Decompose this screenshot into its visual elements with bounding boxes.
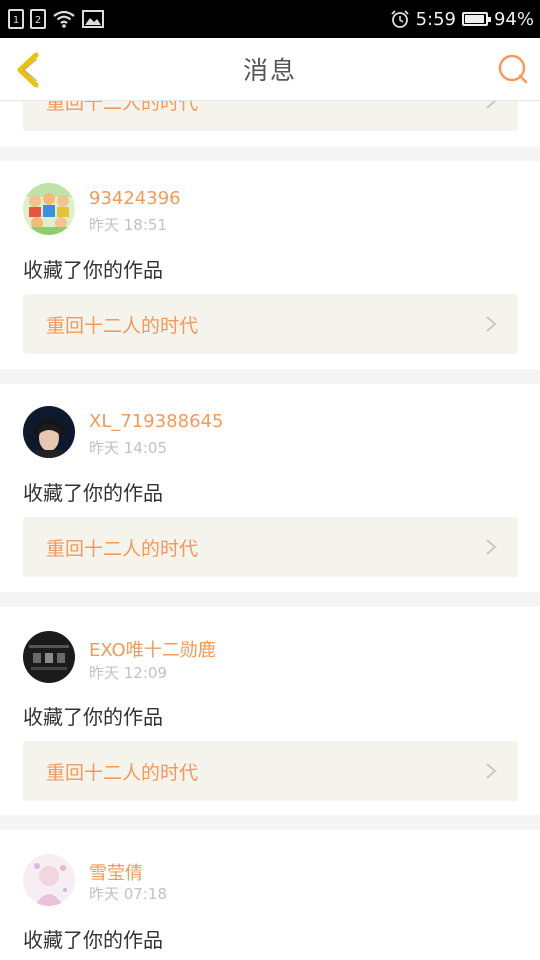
sim-card-icon: 2 <box>30 9 46 29</box>
work-link[interactable]: 重回十二人的时代 <box>23 101 518 131</box>
chevron-right-icon <box>486 316 497 332</box>
status-bar-left: 1 2 <box>8 9 104 29</box>
action-text: 收藏了你的作品 <box>23 258 163 282</box>
chevron-right-icon <box>486 539 497 555</box>
work-link[interactable]: 重回十二人的时代 <box>23 294 518 354</box>
avatar[interactable] <box>23 854 75 906</box>
avatar-image <box>23 631 75 683</box>
sim-card-icon: 1 <box>8 9 24 29</box>
timestamp: 昨天 07:18 <box>89 885 167 903</box>
list-item: EXO唯十二勋鹿 昨天 12:09 收藏了你的作品 重回十二人的时代 <box>0 607 540 815</box>
image-notification-icon <box>82 10 104 28</box>
wifi-icon <box>53 10 75 28</box>
app-header: 消息 <box>0 38 540 101</box>
status-time: 5:59 <box>415 8 456 30</box>
username[interactable]: 93424396 <box>89 188 181 209</box>
status-bar-right: 5:59 94% <box>390 9 534 30</box>
timestamp: 昨天 12:09 <box>89 664 167 682</box>
action-text: 收藏了你的作品 <box>23 481 163 505</box>
alarm-icon <box>390 10 409 28</box>
list-item: XL_719388645 昨天 14:05 收藏了你的作品 重回十二人的时代 <box>0 384 540 592</box>
work-title: 重回十二人的时代 <box>46 314 199 337</box>
battery-percent: 94% <box>493 8 534 30</box>
work-title: 重回十二人的时代 <box>46 537 199 560</box>
username[interactable]: EXO唯十二勋鹿 <box>89 636 216 662</box>
list-item: 93424396 昨天 18:51 收藏了你的作品 重回十二人的时代 <box>0 161 540 369</box>
chevron-right-icon <box>486 101 497 109</box>
avatar-image <box>23 854 75 906</box>
battery-level <box>464 15 484 23</box>
work-title: 重回十二人的时代 <box>46 761 199 784</box>
message-list[interactable]: 重回十二人的时代 93424396 昨天 18:51 收藏了你的作品 重回十二人… <box>0 101 540 960</box>
username[interactable]: 雪莹倩 <box>89 859 143 885</box>
chevron-right-icon <box>486 763 497 779</box>
timestamp: 昨天 14:05 <box>89 439 167 457</box>
work-link[interactable]: 重回十二人的时代 <box>23 741 518 801</box>
avatar[interactable] <box>23 631 75 683</box>
work-link[interactable]: 重回十二人的时代 <box>23 517 518 577</box>
list-item: 雪莹倩 昨天 07:18 收藏了你的作品 <box>0 830 540 960</box>
chevron-left-icon[interactable] <box>12 50 48 90</box>
battery-icon <box>461 12 491 26</box>
action-text: 收藏了你的作品 <box>23 705 163 729</box>
action-text: 收藏了你的作品 <box>23 928 163 952</box>
username[interactable]: XL_719388645 <box>89 411 223 432</box>
status-bar: 1 2 5:59 94% <box>0 0 540 38</box>
avatar-image <box>23 183 75 235</box>
page-title: 消息 <box>242 56 297 85</box>
timestamp: 昨天 18:51 <box>89 216 167 234</box>
avatar[interactable] <box>23 183 75 235</box>
list-item: 重回十二人的时代 <box>0 101 540 147</box>
search-icon[interactable] <box>496 52 530 86</box>
avatar[interactable] <box>23 406 75 458</box>
work-title: 重回十二人的时代 <box>46 101 199 114</box>
avatar-image <box>23 406 75 458</box>
